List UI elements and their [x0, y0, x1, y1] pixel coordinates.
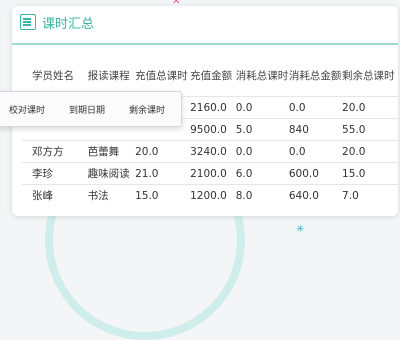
column-header-recharged-amount: 充值金额: [190, 69, 233, 82]
cell-recharged-hours: 20.0: [135, 140, 191, 163]
cell-recharged-hours: 21.0: [135, 162, 191, 185]
popup-column-verify-hours: 校对课时: [9, 105, 46, 116]
floating-header-popup[interactable]: 校对课时 到期日期 剩余课时: [0, 91, 182, 127]
card-header: 课时汇总: [12, 6, 398, 38]
popup-column-remaining-hours: 剩余课时: [129, 105, 166, 116]
column-header-consumed-hours: 消耗总课时: [235, 69, 289, 82]
cell-consumed-hours: 6.0: [235, 162, 289, 185]
table-row[interactable]: 张峰 书法 15.0 1200.0 8.0 640.0 7.0: [22, 184, 398, 206]
cell-consumed-amount: 840: [288, 118, 343, 141]
cell-remaining-hours: 15.0: [342, 162, 398, 185]
table-row[interactable]: 邓方方 芭蕾舞 20.0 3240.0 0.0 0.0 20.0: [22, 140, 398, 163]
cell-recharged-amount: 2160.0: [190, 96, 236, 119]
header-divider: [12, 43, 398, 45]
list-icon: [20, 14, 36, 30]
cell-course: 书法: [87, 184, 136, 206]
cell-consumed-hours: 0.0: [235, 140, 289, 163]
cell-remaining-hours: 20.0: [342, 96, 398, 119]
cell-consumed-amount: 0.0: [288, 140, 343, 163]
cell-remaining-hours: 20.0: [342, 140, 398, 163]
cell-consumed-amount: 600.0: [288, 162, 343, 185]
sparkle-icon: ✳: [296, 224, 305, 235]
cell-recharged-amount: 2100.0: [190, 162, 236, 185]
summary-table: 学员姓名 报读课程 充值总课时 充值金额 消耗总课时 消耗总金额 剩余总课时 2…: [22, 54, 398, 206]
cell-consumed-amount: 640.0: [288, 184, 343, 206]
cell-consumed-hours: 5.0: [235, 118, 289, 141]
cell-student-name: 李珍: [22, 162, 88, 185]
cell-remaining-hours: 55.0: [342, 118, 398, 141]
cell-remaining-hours: 7.0: [342, 184, 398, 206]
cell-consumed-hours: 8.0: [235, 184, 289, 206]
cell-recharged-amount: 3240.0: [190, 140, 236, 163]
cell-recharged-amount: 9500.0: [190, 118, 236, 141]
cell-student-name: 张峰: [22, 184, 88, 206]
cell-course: 芭蕾舞: [87, 140, 136, 163]
popup-column-expiry-date: 到期日期: [69, 105, 106, 116]
cell-consumed-hours: 0.0: [235, 96, 289, 119]
cell-recharged-hours: 15.0: [135, 184, 191, 206]
cell-recharged-amount: 1200.0: [190, 184, 236, 206]
column-header-remaining-hours: 剩余总课时: [342, 69, 395, 82]
cell-consumed-amount: 0.0: [288, 96, 343, 119]
column-header-consumed-amount: 消耗总金额: [288, 69, 342, 82]
card-title: 课时汇总: [42, 16, 95, 32]
cell-student-name: 邓方方: [22, 140, 88, 163]
table-row[interactable]: 李珍 趣味阅读 21.0 2100.0 6.0 600.0 15.0: [22, 162, 398, 185]
cell-course: 趣味阅读: [87, 162, 136, 185]
